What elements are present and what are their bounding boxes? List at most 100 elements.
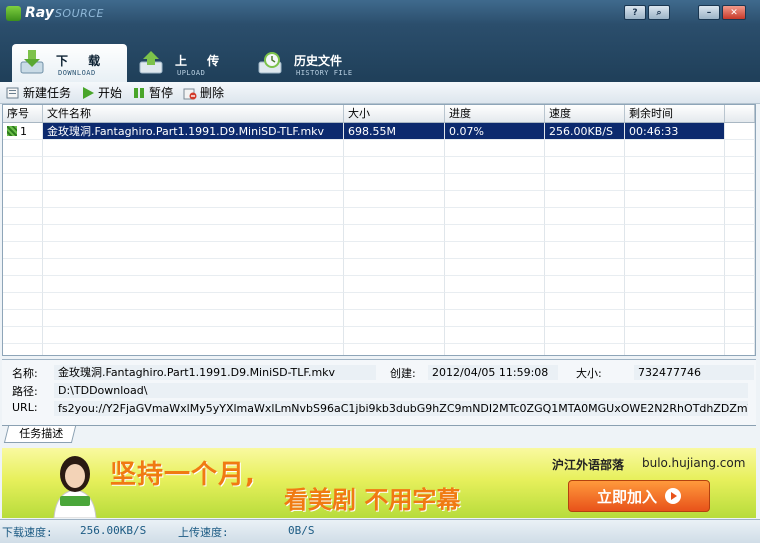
tab-upload[interactable]: 上 传 UPLOAD (131, 44, 246, 82)
task-list-header: 序号 文件名称 大小 进度 速度 剩余时间 (3, 105, 755, 123)
row-filler (725, 123, 755, 140)
banner-brand: 沪江外语部落 (552, 458, 625, 472)
row-size: 698.55M (344, 123, 445, 140)
empty-row (3, 276, 755, 293)
col-size[interactable]: 大小 (344, 105, 445, 122)
new-task-button[interactable]: 新建任务 (6, 84, 71, 101)
col-filler (725, 105, 755, 122)
empty-cell (445, 208, 545, 225)
new-task-label: 新建任务 (23, 86, 72, 100)
tab-history-label: 历史文件 (294, 54, 343, 68)
size-value: 732477746 (634, 365, 754, 380)
empty-cell (344, 293, 445, 310)
empty-cell (3, 259, 43, 276)
empty-cell (43, 344, 344, 355)
row-progress: 0.07% (445, 123, 545, 140)
empty-cell (3, 191, 43, 208)
banner-slogan-2: 看美剧 不用字幕 (284, 486, 461, 514)
col-index[interactable]: 序号 (3, 105, 43, 122)
toolbar: 新建任务 开始 暂停 删除 (0, 82, 760, 104)
empty-cell (344, 344, 445, 355)
ad-banner[interactable]: 坚持一个月, 看美剧 不用字幕 沪江外语部落 bulo.hujiang.com … (2, 448, 756, 518)
banner-url: bulo.hujiang.com (642, 456, 746, 470)
empty-row (3, 259, 755, 276)
empty-cell (3, 344, 43, 355)
empty-cell (3, 208, 43, 225)
student-illustration (53, 456, 97, 518)
empty-row (3, 242, 755, 259)
empty-cell (3, 140, 43, 157)
empty-cell (545, 344, 625, 355)
empty-cell (625, 225, 725, 242)
logo-source-text: SOURCE (54, 6, 104, 20)
empty-cell (725, 225, 755, 242)
size-label: 大小: (576, 367, 602, 380)
empty-cell (545, 310, 625, 327)
empty-cell (725, 242, 755, 259)
empty-cell (445, 191, 545, 208)
empty-cell (725, 276, 755, 293)
pause-button[interactable]: 暂停 (132, 84, 173, 101)
table-row[interactable]: 1 金玫瑰洞.Fantaghiro.Part1.1991.D9.MiniSD-T… (3, 123, 755, 140)
empty-cell (625, 310, 725, 327)
empty-row (3, 327, 755, 344)
detail-tab-strip (2, 425, 756, 446)
path-value: D:\TDDownload\ (54, 383, 748, 398)
close-button[interactable]: ✕ (722, 5, 746, 20)
download-speed-value: 256.00KB/S (80, 524, 147, 537)
search-button[interactable]: ⌕ (648, 5, 670, 20)
empty-cell (43, 259, 344, 276)
empty-cell (545, 191, 625, 208)
empty-cell (445, 310, 545, 327)
empty-cell (344, 259, 445, 276)
path-label: 路径: (12, 385, 38, 398)
created-label: 创建: (390, 367, 416, 380)
pause-icon (134, 87, 145, 98)
status-bar: 下载速度: 256.00KB/S 上传速度: 0B/S (0, 519, 760, 543)
delete-label: 删除 (200, 86, 225, 100)
tab-task-description[interactable]: 任务描述 (3, 426, 77, 443)
col-remaining[interactable]: 剩余时间 (625, 105, 725, 122)
empty-cell (344, 174, 445, 191)
empty-cell (625, 276, 725, 293)
tab-download[interactable]: 下 载 DOWNLOAD (12, 44, 127, 82)
help-button[interactable]: ? (624, 5, 646, 20)
tab-history[interactable]: 历史文件 HISTORY FILE (250, 44, 365, 82)
empty-cell (725, 327, 755, 344)
start-button[interactable]: 开始 (81, 84, 122, 101)
join-now-button[interactable]: 立即加入 (568, 480, 710, 512)
empty-cell (43, 293, 344, 310)
task-list: 序号 文件名称 大小 进度 速度 剩余时间 1 金玫瑰洞.Fantaghiro.… (2, 104, 756, 356)
empty-cell (725, 174, 755, 191)
col-speed[interactable]: 速度 (545, 105, 625, 122)
empty-rows (3, 140, 755, 355)
empty-cell (445, 242, 545, 259)
empty-cell (545, 276, 625, 293)
main-tabs: 下 载 DOWNLOAD 上 传 UPLOAD 历史文件 HISTORY FIL… (12, 44, 369, 82)
empty-cell (344, 310, 445, 327)
empty-row (3, 225, 755, 242)
empty-cell (625, 293, 725, 310)
upload-icon (139, 51, 163, 74)
empty-cell (725, 293, 755, 310)
tab-upload-label: 上 传 (175, 54, 228, 68)
url-label: URL: (12, 401, 38, 414)
empty-cell (344, 327, 445, 344)
tab-history-sub: HISTORY FILE (296, 69, 353, 77)
created-value: 2012/04/05 11:59:08 (428, 365, 558, 380)
upload-speed-label: 上传速度: (178, 526, 229, 539)
detail-row-url: URL: fs2you://Y2FjaGVmaWxlMy5yYXlmaWxlLm… (2, 401, 756, 418)
col-filename[interactable]: 文件名称 (43, 105, 344, 122)
empty-cell (445, 157, 545, 174)
empty-cell (625, 191, 725, 208)
empty-cell (445, 225, 545, 242)
minimize-button[interactable]: – (698, 5, 720, 20)
empty-row (3, 310, 755, 327)
empty-cell (625, 140, 725, 157)
empty-row (3, 174, 755, 191)
col-progress[interactable]: 进度 (445, 105, 545, 122)
row-remaining: 00:46:33 (625, 123, 725, 140)
empty-cell (545, 327, 625, 344)
delete-button[interactable]: 删除 (183, 84, 224, 101)
empty-cell (625, 174, 725, 191)
